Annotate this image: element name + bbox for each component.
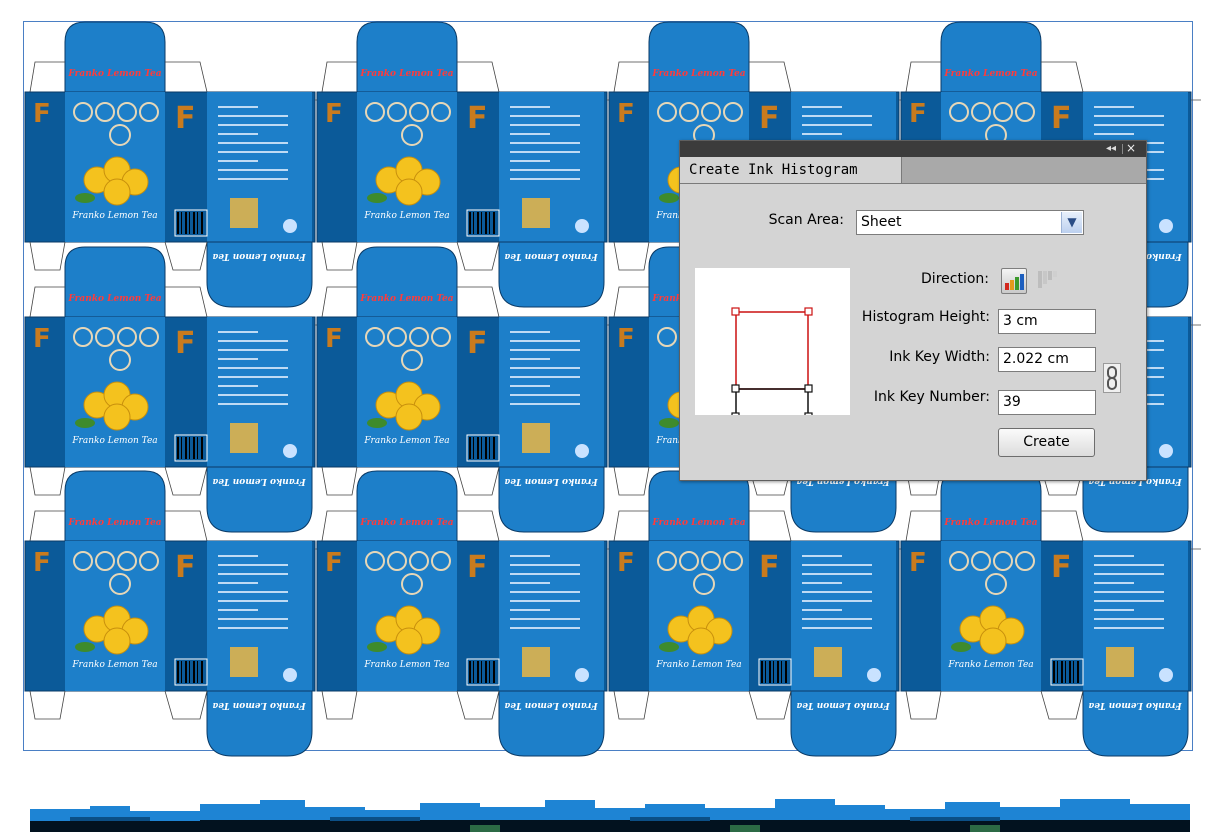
bottom-brand-text: Franko Lemon Tea <box>212 251 306 261</box>
logo-letter: F <box>175 326 196 361</box>
front-brand-text: Franko Lemon Tea <box>71 436 157 446</box>
tab-create-ink-histogram[interactable]: Create Ink Histogram <box>680 157 902 183</box>
histogram-height-label: Histogram Height: <box>861 309 990 325</box>
logo-letter: F <box>33 99 51 129</box>
bottom-brand-text: Franko Lemon Tea <box>504 251 598 261</box>
ink-histogram-strip <box>30 799 1190 832</box>
bottom-brand-text: Franko Lemon Tea <box>504 700 598 710</box>
histogram-height-input[interactable]: 3 cm <box>998 309 1096 334</box>
tab-brand-text: Franko Lemon Tea <box>651 69 745 79</box>
front-brand-text: Franko Lemon Tea <box>71 211 157 221</box>
preview-histogram-rect <box>735 388 809 415</box>
scan-area-select[interactable]: Sheet ▼ <box>856 210 1084 235</box>
logo-letter: F <box>33 548 51 578</box>
ink-key-number-input[interactable]: 39 <box>998 390 1096 415</box>
logo-letter: F <box>33 324 51 354</box>
front-brand-text: Franko Lemon Tea <box>71 660 157 670</box>
tab-brand-text: Franko Lemon Tea <box>359 69 453 79</box>
logo-letter: F <box>467 326 488 361</box>
tab-brand-text: Franko Lemon Tea <box>67 69 161 79</box>
tab-brand-text: Franko Lemon Tea <box>651 518 745 528</box>
bottom-brand-text: Franko Lemon Tea <box>212 476 306 486</box>
tab-brand-text: Franko Lemon Tea <box>359 518 453 528</box>
close-icon[interactable]: × <box>1126 141 1136 155</box>
logo-letter: F <box>759 101 780 136</box>
bottom-brand-text: Franko Lemon Tea <box>796 700 890 710</box>
panel-tabbar: Create Ink Histogram <box>680 157 1146 184</box>
logo-letter: F <box>175 550 196 585</box>
tab-brand-text: Franko Lemon Tea <box>67 294 161 304</box>
collapse-panel-icon[interactable]: ◂◂ <box>1106 143 1116 154</box>
histogram-direction-preview <box>695 268 850 415</box>
front-brand-text: Franko Lemon Tea <box>363 211 449 221</box>
front-brand-text: Franko Lemon Tea <box>947 660 1033 670</box>
bottom-brand-text: Franko Lemon Tea <box>504 476 598 486</box>
create-button[interactable]: Create <box>998 428 1095 457</box>
scan-area-value: Sheet <box>861 214 902 230</box>
logo-letter: F <box>909 99 927 129</box>
preview-sheet-rect <box>735 311 809 390</box>
chevron-down-icon[interactable]: ▼ <box>1061 212 1082 233</box>
logo-letter: F <box>759 550 780 585</box>
logo-letter: F <box>909 548 927 578</box>
tab-brand-text: Franko Lemon Tea <box>943 518 1037 528</box>
tab-brand-text: Franko Lemon Tea <box>359 294 453 304</box>
logo-letter: F <box>325 548 343 578</box>
front-brand-text: Franko Lemon Tea <box>655 660 741 670</box>
logo-letter: F <box>1051 550 1072 585</box>
front-brand-text: Franko Lemon Tea <box>363 436 449 446</box>
logo-letter: F <box>1051 101 1072 136</box>
logo-letter: F <box>617 324 635 354</box>
scan-area-label: Scan Area: <box>768 212 844 228</box>
front-brand-text: Franko Lemon Tea <box>363 660 449 670</box>
logo-letter: F <box>325 324 343 354</box>
direction-label: Direction: <box>921 271 989 287</box>
ink-key-number-label: Ink Key Number: <box>873 389 990 405</box>
logo-letter: F <box>325 99 343 129</box>
direction-top-bars-icon[interactable] <box>1035 269 1061 293</box>
chain-link-icon[interactable] <box>1103 363 1121 393</box>
logo-letter: F <box>175 101 196 136</box>
logo-letter: F <box>617 99 635 129</box>
bottom-brand-text: Franko Lemon Tea <box>212 700 306 710</box>
logo-letter: F <box>617 548 635 578</box>
tab-brand-text: Franko Lemon Tea <box>943 69 1037 79</box>
titlebar-divider <box>1122 144 1123 154</box>
bottom-brand-text: Franko Lemon Tea <box>1088 700 1182 710</box>
ink-key-width-input[interactable]: 2.022 cm <box>998 347 1096 372</box>
ink-key-width-label: Ink Key Width: <box>889 349 990 365</box>
create-ink-histogram-dialog: ◂◂ × Create Ink Histogram Scan Area: She… <box>679 140 1147 481</box>
direction-bottom-bars-icon[interactable] <box>1001 268 1027 294</box>
logo-letter: F <box>467 101 488 136</box>
panel-titlebar[interactable]: ◂◂ × <box>680 141 1146 157</box>
logo-letter: F <box>467 550 488 585</box>
tab-brand-text: Franko Lemon Tea <box>67 518 161 528</box>
